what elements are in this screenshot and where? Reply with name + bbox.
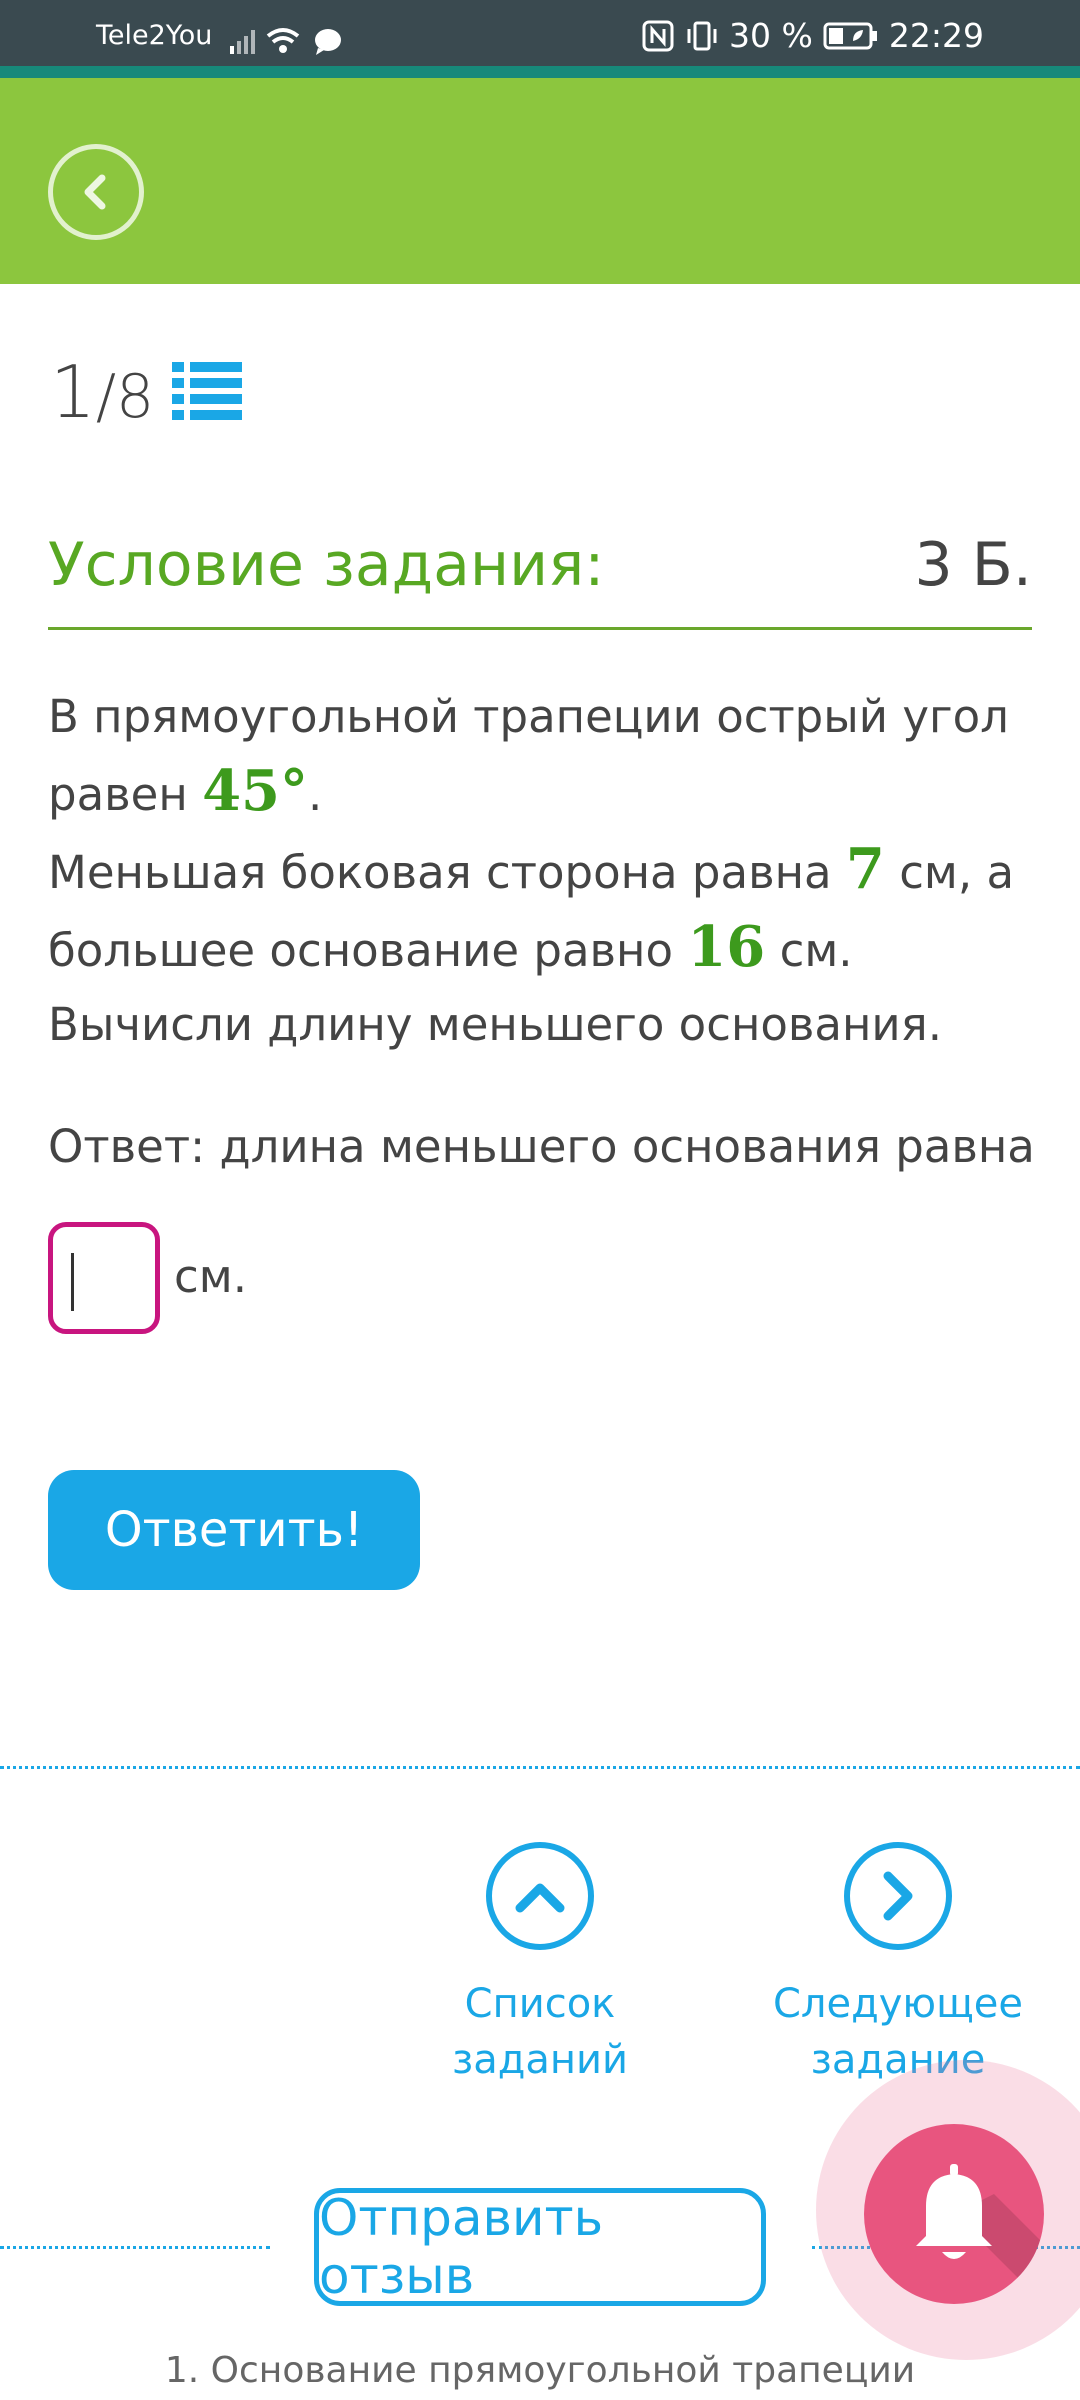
answer-input[interactable] — [48, 1222, 160, 1334]
chevron-up-icon — [515, 1883, 565, 1913]
status-accent-strip — [0, 66, 1080, 78]
condition-header: Условие задания: 3 Б. — [48, 526, 1032, 630]
task-current: 1 — [50, 350, 96, 434]
signal-wifi-chat-icons — [230, 28, 341, 55]
next-task-nav[interactable]: Следующее задание — [768, 1842, 1028, 2088]
battery-percent: 30 % — [729, 16, 813, 55]
task-list-icon[interactable] — [172, 360, 242, 424]
send-feedback-button[interactable]: Отправить отзыв — [314, 2188, 766, 2306]
task-text-6: Вычисли длину меньшего основания. — [48, 998, 943, 1051]
task-text-1: В прямоугольной трапеции острый угол рав… — [48, 690, 1009, 821]
app-bar — [0, 78, 1080, 284]
status-bar: Tele2You 30 % 22:29 — [0, 0, 1080, 78]
task-text-5: см. — [779, 924, 853, 977]
chevron-left-icon — [84, 174, 106, 210]
back-button[interactable] — [48, 144, 144, 240]
answer-unit: см. — [174, 1250, 247, 1303]
condition-title: Условие задания: — [48, 530, 605, 600]
carrier-name: Tele2You — [96, 20, 213, 51]
vibrate-icon — [687, 21, 717, 50]
angle-value: 45° — [202, 758, 309, 824]
nfc-icon — [642, 20, 674, 51]
task-total: /8 — [95, 362, 155, 432]
task-list-label-2: заданий — [451, 2037, 629, 2083]
side-value: 7 — [845, 836, 885, 902]
condition-points: 3 Б. — [914, 530, 1032, 600]
chevron-right-circle — [844, 1842, 952, 1950]
chevron-up-circle — [486, 1842, 594, 1950]
task-counter: 1/8 — [50, 350, 154, 434]
submit-answer-button[interactable]: Ответить! — [48, 1470, 420, 1590]
battery-icon — [823, 22, 877, 49]
task-text-2: . — [308, 768, 323, 821]
task-text: В прямоугольной трапеции острый угол рав… — [48, 680, 1032, 1062]
footer-caption: 1. Основание прямоугольной трапеции — [164, 2350, 916, 2391]
task-list-nav[interactable]: Список заданий — [410, 1842, 670, 2088]
divider-left — [0, 2246, 270, 2249]
answer-label: Ответ: длина меньшего основания равна — [48, 1120, 1035, 1173]
notifications-button[interactable] — [864, 2124, 1044, 2304]
text-caret — [71, 1253, 74, 1311]
task-text-3: Меньшая боковая сторона равна — [48, 846, 832, 899]
task-list-label-1: Список — [464, 1981, 616, 2027]
divider-top — [0, 1766, 1080, 1769]
clock: 22:29 — [888, 16, 984, 55]
base-value: 16 — [687, 914, 766, 980]
next-task-label-1: Следующее — [773, 1981, 1023, 2027]
chevron-right-icon — [883, 1871, 913, 1921]
bell-icon — [916, 2164, 1044, 2304]
